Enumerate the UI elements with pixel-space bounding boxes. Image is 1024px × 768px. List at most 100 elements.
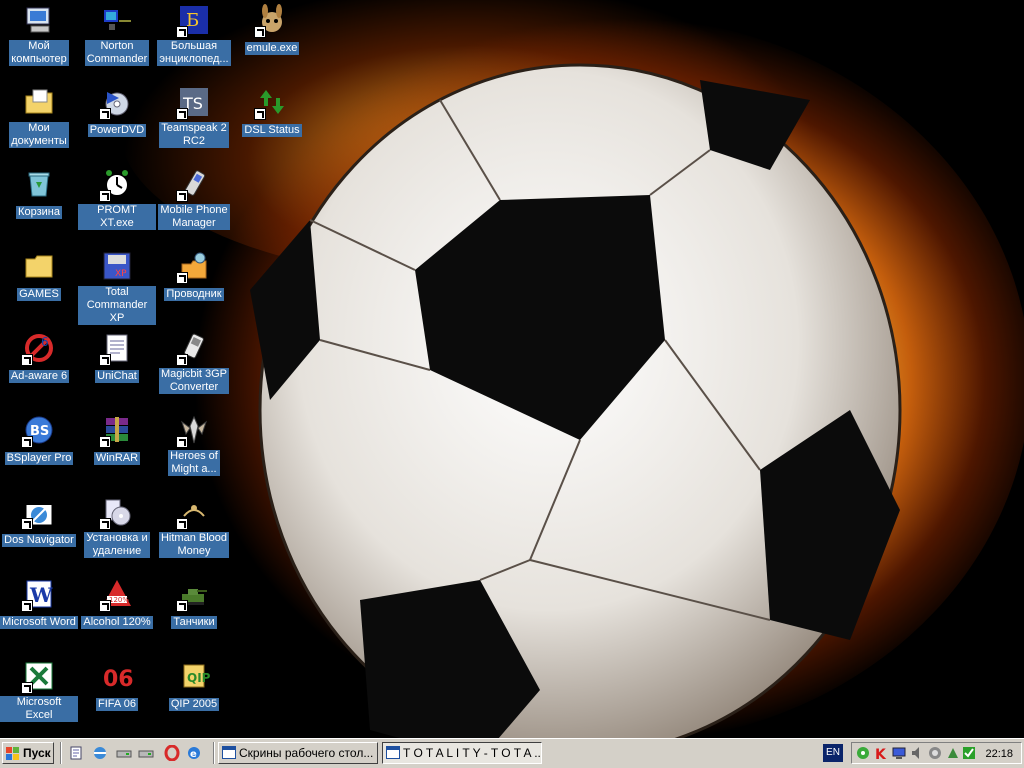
taskbar-separator <box>213 742 215 764</box>
ie-settings-icon[interactable] <box>92 745 108 761</box>
desktop-icon[interactable]: Heroes of Might a... <box>155 414 233 476</box>
desktop-icon[interactable]: Norton Commander <box>78 4 156 66</box>
desktop-icon[interactable]: Танчики <box>155 578 233 629</box>
desktop-icon[interactable]: DSL Status <box>233 86 311 137</box>
desktop-icon[interactable]: BS BSplayer Pro <box>0 414 78 465</box>
desktop-icon[interactable]: Dos Navigator <box>0 496 78 547</box>
desktop-icon[interactable]: QIP QIP 2005 <box>155 660 233 711</box>
shortcut-arrow-icon <box>99 518 111 530</box>
task-label: T O T A L I T Y - T O T A ... <box>403 746 542 760</box>
promt-icon <box>99 168 133 202</box>
emule-icon <box>254 4 288 38</box>
taskbar: Пуск e Скрины рабочего стол... T O T A L… <box>0 738 1024 768</box>
svg-text:6: 6 <box>41 335 49 349</box>
desktop-icon[interactable]: XP Total Commander XP <box>78 250 156 325</box>
folder-window-icon <box>222 746 236 759</box>
alcohol-icon: 120% <box>99 578 133 612</box>
shortcut-arrow-icon <box>21 682 33 694</box>
shortcut-arrow-icon <box>99 600 111 612</box>
desktop-icon[interactable]: Magicbit 3GP Converter <box>155 332 233 394</box>
shortcut-arrow-icon <box>176 26 188 38</box>
opera-icon[interactable] <box>164 744 180 762</box>
desktop-icon[interactable]: Hitman Blood Money <box>155 496 233 558</box>
clock[interactable]: 22:18 <box>985 746 1013 762</box>
update-icon[interactable] <box>928 746 942 760</box>
taskbar-separator <box>60 742 62 764</box>
desktop-icon[interactable]: TS Teamspeak 2 RC2 <box>155 86 233 148</box>
task-button-screenshots[interactable]: Скрины рабочего стол... <box>218 742 378 764</box>
desktop-icon[interactable]: Мой компьютер <box>0 4 78 66</box>
volume-icon[interactable] <box>910 746 924 760</box>
desktop-icon[interactable]: Microsoft Excel <box>0 660 78 722</box>
task-label: Скрины рабочего стол... <box>239 746 374 760</box>
desktop-icon-label: FIFA 06 <box>96 698 138 711</box>
notepad-icon[interactable] <box>68 745 84 761</box>
shortcut-arrow-icon <box>254 108 266 120</box>
svg-text:e: e <box>190 749 197 760</box>
drive-icon[interactable] <box>116 745 132 761</box>
network-icon[interactable] <box>856 746 870 760</box>
desktop-icon-label: UniChat <box>95 370 139 383</box>
fifa-icon: 06 <box>101 660 133 692</box>
my-documents-icon <box>23 86 55 118</box>
internet-explorer-icon[interactable]: e <box>186 745 202 761</box>
drive-icon[interactable] <box>138 745 154 761</box>
total-commander-icon: XP <box>101 250 133 282</box>
desktop-icon[interactable]: GAMES <box>0 250 78 301</box>
desktop-icon-label: Корзина <box>16 206 62 219</box>
my-computer-icon <box>23 4 55 36</box>
language-indicator[interactable]: EN <box>823 744 843 762</box>
kaspersky-icon[interactable]: K <box>874 746 888 763</box>
desktop-icon[interactable]: 120% Alcohol 120% <box>78 578 156 629</box>
adaware-icon: 6 <box>21 332 55 366</box>
green-check-icon[interactable] <box>962 746 976 760</box>
desktop-icon[interactable]: 06 FIFA 06 <box>78 660 156 711</box>
desktop-icon[interactable]: 6 Ad-aware 6 <box>0 332 78 383</box>
folder-icon <box>23 250 55 282</box>
desktop-icon[interactable]: emule.exe <box>233 4 311 55</box>
desktop-icon[interactable]: Установка и удаление <box>78 496 156 558</box>
desktop-icon[interactable]: WinRAR <box>78 414 156 465</box>
desktop-icon[interactable]: Мои документы <box>0 86 78 148</box>
desktop[interactable]: Мой компьютер Norton Commander Б Большая эн… <box>0 0 1024 738</box>
shortcut-arrow-icon <box>176 518 188 530</box>
shortcut-arrow-icon <box>254 26 266 38</box>
desktop-icon-label: Microsoft Excel <box>0 696 78 722</box>
encyclopedia-icon: Б <box>176 4 210 38</box>
desktop-icon-label: Norton Commander <box>84 40 150 66</box>
desktop-icon-label: Teamspeak 2 RC2 <box>159 122 229 148</box>
desktop-icon[interactable]: W Microsoft Word <box>0 578 78 629</box>
desktop-icon[interactable]: Корзина <box>0 168 78 219</box>
add-remove-programs-icon <box>99 496 133 530</box>
teamspeak-icon: TS <box>176 86 210 120</box>
desktop-icon[interactable]: PROMT XT.exe <box>78 168 156 230</box>
network-activity-icon[interactable] <box>946 746 960 760</box>
task-button-totality[interactable]: T O T A L I T Y - T O T A ... <box>382 742 542 764</box>
dsl-status-icon <box>254 86 288 120</box>
qip-icon: QIP <box>178 660 210 692</box>
start-label: Пуск <box>23 746 51 760</box>
word-icon: W <box>21 578 55 612</box>
excel-icon <box>21 660 55 694</box>
desktop-icon[interactable]: Mobile Phone Manager <box>155 168 233 230</box>
desktop-icon-label: Ad-aware 6 <box>8 370 70 383</box>
desktop-icon-label: Total Commander XP <box>78 286 156 325</box>
shortcut-arrow-icon <box>99 108 111 120</box>
desktop-icon-label: Танчики <box>171 616 217 629</box>
desktop-icon[interactable]: UniChat <box>78 332 156 383</box>
desktop-icon[interactable]: PowerDVD <box>78 86 156 137</box>
unichat-icon <box>99 332 133 366</box>
monitor-icon[interactable] <box>892 746 906 760</box>
start-button[interactable]: Пуск <box>2 742 54 764</box>
desktop-icon-label: Microsoft Word <box>0 616 78 629</box>
tanks-icon <box>176 578 210 612</box>
desktop-icon-label: Установка и удаление <box>84 532 150 558</box>
desktop-icon[interactable]: Б Большая энциклопед... <box>155 4 233 66</box>
desktop-icon[interactable]: Проводник <box>155 250 233 301</box>
shortcut-arrow-icon <box>21 518 33 530</box>
svg-text:K: K <box>875 747 887 760</box>
shortcut-arrow-icon <box>21 600 33 612</box>
browser-window-icon <box>386 746 400 759</box>
bsplayer-icon: BS <box>21 414 55 448</box>
desktop-icon-label: Mobile Phone Manager <box>158 204 230 230</box>
